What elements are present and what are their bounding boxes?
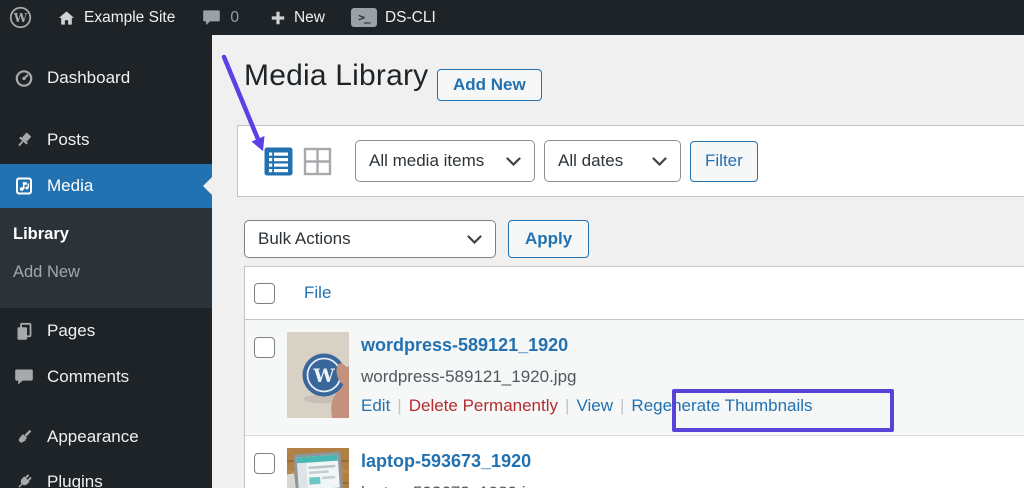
list-view-icon[interactable] — [264, 147, 293, 176]
chevron-down-icon — [506, 156, 521, 166]
view-link[interactable]: View — [576, 396, 613, 415]
bulk-actions-bar: Bulk Actions Apply — [244, 220, 590, 258]
site-name-menu[interactable]: Example Site — [57, 0, 175, 35]
regenerate-thumbnails-link[interactable]: Regenerate Thumbnails — [631, 396, 812, 415]
media-filter-bar: All media items All dates Filter — [237, 125, 1024, 197]
table-header-row: File — [245, 267, 1024, 320]
delete-permanently-link[interactable]: Delete Permanently — [409, 396, 558, 415]
wordpress-image-thumbnail[interactable]: W — [287, 332, 349, 418]
sidebar-label-add-new: Add New — [13, 262, 80, 281]
chevron-down-icon — [652, 156, 667, 166]
sidebar-label-appearance: Appearance — [47, 427, 139, 446]
media-icon — [13, 176, 35, 196]
home-icon — [58, 10, 75, 25]
content-area: Media Library Add New All media items Al… — [212, 35, 1024, 488]
media-filename: wordpress-589121_1920.jpg — [361, 367, 577, 386]
comment-bubble-icon — [203, 10, 221, 25]
media-title-link[interactable]: wordpress-589121_1920 — [361, 335, 568, 356]
paintbrush-icon — [13, 427, 35, 447]
sidebar-label-library: Library — [13, 224, 69, 243]
sidebar-item-dashboard[interactable]: Dashboard — [0, 55, 212, 101]
active-menu-arrow — [203, 177, 212, 195]
sidebar-label-media: Media — [47, 176, 94, 195]
select-all-checkbox[interactable] — [254, 282, 275, 304]
media-type-filter-value: All media items — [369, 151, 485, 170]
media-type-filter-select[interactable]: All media items — [355, 140, 535, 182]
terminal-icon: >_ — [350, 8, 377, 27]
admin-bar: W Example Site 0 New >_ DS-CLI — [0, 0, 1024, 35]
wordpress-logo-menu[interactable]: W — [9, 0, 32, 35]
new-label: New — [293, 8, 325, 26]
media-submenu: Library Add New — [0, 208, 212, 308]
sidebar-label-pages: Pages — [47, 321, 96, 340]
dashboard-icon — [13, 68, 35, 88]
laptop-image-thumbnail[interactable] — [287, 448, 349, 488]
date-filter-select[interactable]: All dates — [544, 140, 681, 182]
sidebar-label-plugins: Plugins — [47, 472, 103, 488]
sidebar-item-pages[interactable]: Pages — [0, 308, 212, 354]
sidebar-label-posts: Posts — [47, 130, 90, 149]
ds-cli-menu[interactable]: >_ DS-CLI — [350, 0, 436, 35]
svg-text:W: W — [13, 11, 28, 25]
page-title: Media Library — [244, 59, 429, 92]
comment-count-badge: 0 — [230, 8, 239, 26]
sidebar-item-posts[interactable]: Posts — [0, 117, 212, 163]
action-separator: | — [565, 396, 570, 415]
file-column-sort-link[interactable]: File — [304, 283, 331, 303]
sidebar-item-comments[interactable]: Comments — [0, 354, 212, 400]
sidebar-item-plugins[interactable]: Plugins — [0, 459, 212, 488]
chevron-down-icon — [467, 234, 482, 244]
sidebar-item-media[interactable]: Media — [0, 164, 212, 208]
media-title-link[interactable]: laptop-593673_1920 — [361, 451, 531, 472]
date-filter-value: All dates — [558, 151, 624, 170]
pushpin-icon — [13, 130, 35, 150]
wordpress-admin-screen: W Example Site 0 New >_ DS-CLI Dashboard… — [0, 0, 1024, 488]
sidebar-item-add-new[interactable]: Add New — [0, 253, 212, 291]
edit-link[interactable]: Edit — [361, 396, 390, 415]
media-list-table: File W wordpress-589121_1920 wordpress-5… — [244, 266, 1024, 488]
plugin-icon — [13, 472, 35, 488]
sidebar-item-appearance[interactable]: Appearance — [0, 414, 212, 460]
apply-button[interactable]: Apply — [508, 220, 590, 258]
add-new-button[interactable]: Add New — [437, 69, 542, 101]
wordpress-logo-icon: W — [9, 6, 32, 29]
filter-button[interactable]: Filter — [690, 140, 758, 182]
comments-icon — [13, 368, 35, 386]
row-checkbox[interactable] — [254, 453, 275, 474]
grid-view-icon[interactable] — [303, 147, 332, 176]
row-actions: Edit | Delete Permanently | View | Regenerate … — [361, 396, 1024, 416]
bulk-actions-select[interactable]: Bulk Actions — [244, 220, 496, 258]
plus-icon — [271, 11, 285, 24]
sidebar-label-dashboard: Dashboard — [47, 68, 131, 87]
table-row: W wordpress-589121_1920 wordpress-589121… — [245, 320, 1024, 436]
pages-icon — [13, 321, 35, 341]
site-name-label: Example Site — [84, 8, 176, 26]
comments-menu[interactable]: 0 — [202, 0, 239, 35]
new-content-menu[interactable]: New — [270, 0, 325, 35]
sidebar-label-comments: Comments — [47, 367, 130, 386]
ds-cli-label: DS-CLI — [384, 8, 436, 26]
row-checkbox[interactable] — [254, 337, 275, 358]
sidebar-item-library[interactable]: Library — [0, 215, 212, 253]
media-filename: laptop-593673_1920.jpg — [361, 483, 1024, 488]
svg-text:W: W — [312, 365, 335, 387]
action-separator: | — [397, 396, 402, 415]
action-separator: | — [620, 396, 625, 415]
table-row: laptop-593673_1920 laptop-593673_1920.jp… — [245, 436, 1024, 488]
admin-sidebar: Dashboard Posts Media Library Add New Pa… — [0, 35, 212, 488]
bulk-actions-value: Bulk Actions — [258, 229, 351, 248]
